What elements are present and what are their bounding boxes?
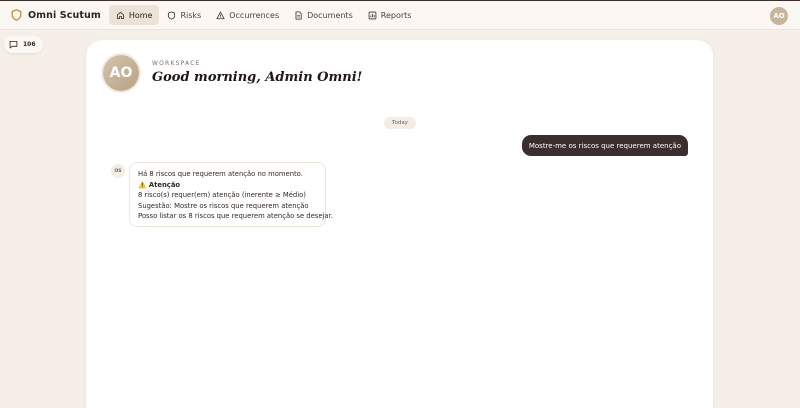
greeting-heading: Good morning, Admin Omni! [152,70,363,85]
brand[interactable]: Omni Scutum [11,9,101,21]
nav-item-reports[interactable]: Reports [361,5,419,25]
assistant-message-line: Sugestão: Mostre os riscos que requerem … [138,201,309,210]
nav-item-risks[interactable]: Risks [160,5,208,25]
shield-icon [11,9,22,21]
workspace-label: WORKSPACE [152,60,201,67]
document-icon [295,10,302,20]
assistant-message-bubble: Há 8 riscos que requerem atenção no mome… [129,162,333,227]
chat-icon [9,40,18,49]
workspace-avatar: AO [103,55,139,91]
app-name: Omni Scutum [28,9,101,21]
warning-icon [216,11,225,19]
shield-icon [168,10,176,20]
assistant-avatar: OS [111,164,125,178]
chat-count-badge: 106 [23,41,36,48]
nav-item-label: Risks [180,10,202,20]
assistant-message-line: 8 risco(s) requer(em) atenção (inerente … [138,191,306,199]
nav-item-label: Home [128,10,153,20]
chat-panel: AO WORKSPACE Good morning, Admin Omni! T… [86,40,713,408]
home-icon [116,11,124,19]
nav-item-label: Reports [380,10,412,20]
nav-item-documents[interactable]: Documents [287,5,360,25]
chart-icon [368,11,377,19]
user-avatar[interactable]: AO [770,7,788,25]
assistant-message-line: Posso listar os 8 riscos que requerem at… [138,212,333,220]
nav-item-occurrences[interactable]: Occurrences [209,5,286,25]
user-message-bubble: Mostre-me os riscos que requerem atenção [521,135,688,156]
nav-item-label: Occurrences [229,10,280,20]
main-nav: Home Risks Occurrences Documents Reports [108,5,420,25]
chat-history-button[interactable]: 106 [4,36,43,53]
assistant-message-line: Há 8 riscos que requerem atenção no mome… [138,170,303,178]
top-navigation-bar: Omni Scutum Home Risks Occurrences Docum… [0,0,800,30]
date-separator: Today [384,117,416,129]
nav-item-label: Documents [307,10,353,20]
nav-item-home[interactable]: Home [108,5,160,25]
assistant-warning-line: ⚠️ Atenção [138,180,181,189]
